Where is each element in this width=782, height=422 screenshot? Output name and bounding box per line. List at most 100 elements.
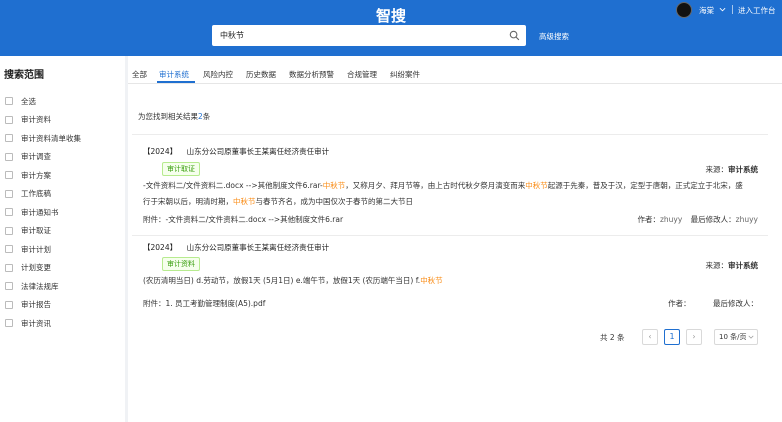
checkbox[interactable]	[5, 97, 13, 105]
result-title[interactable]: 【2024】 山东分公司原董事长王某离任经济责任审计	[143, 146, 329, 157]
keyword-highlight: 中秋节	[420, 276, 443, 285]
chevron-down-icon	[748, 335, 754, 339]
sidebar-item-audit-materials[interactable]: 审计资料	[5, 113, 51, 127]
tab-risk-control[interactable]: 风险内控	[203, 69, 233, 80]
main-panel: 全部 审计系统 风险内控 历史数据 数据分析预警 合规管理 纠纷案件 为您找到相…	[128, 56, 782, 422]
sidebar-item-select-all[interactable]: 全选	[5, 94, 36, 108]
category-tabs: 全部 审计系统 风险内控 历史数据 数据分析预警 合规管理 纠纷案件	[128, 56, 782, 84]
results-suffix: 条	[202, 112, 211, 121]
sidebar-item-label: 审计计划	[21, 244, 51, 254]
excerpt-text: (农历清明当日) d.劳动节，放假1天 (5月1日) e.端午节，放假1天 (农…	[143, 276, 421, 285]
sidebar-item-audit-survey[interactable]: 审计调查	[5, 150, 51, 164]
next-page-button[interactable]: ›	[686, 329, 702, 345]
tab-compliance[interactable]: 合规管理	[347, 69, 377, 80]
workbench-link[interactable]: 进入工作台	[738, 5, 776, 16]
sidebar-title: 搜索范围	[4, 70, 44, 81]
page-size-value: 10 条/页	[719, 333, 747, 341]
result-meta: 附件：1. 员工考勤管理制度(A5).pdf 作者： 最后修改人：	[143, 298, 758, 309]
pagination-total: 共 2 条	[600, 333, 625, 342]
attachment-label: 附件：	[143, 299, 166, 308]
keyword-highlight: 中秋节	[322, 181, 346, 190]
sidebar-item-label: 审计调查	[21, 152, 51, 161]
checkbox[interactable]	[5, 134, 13, 142]
category-tag: 审计资料	[162, 257, 200, 271]
result-title[interactable]: 【2024】 山东分公司原董事长王某离任经济责任审计	[143, 242, 329, 253]
attachment-label: 附件：	[143, 215, 166, 224]
advanced-search-link[interactable]: 高级搜索	[539, 31, 569, 42]
sidebar-item-label: 审计资料清单收集	[21, 133, 81, 143]
sidebar-item-working-papers[interactable]: 工作底稿	[5, 187, 51, 201]
header-divider	[732, 5, 733, 14]
search-input[interactable]	[220, 28, 500, 43]
sidebar-item-laws-library[interactable]: 法律法规库	[5, 279, 59, 293]
attachment-link[interactable]: -文件资料二/文件资料二.docx -->其他制度文件6.rar	[166, 215, 344, 224]
attachment-link[interactable]: 1. 员工考勤管理制度(A5).pdf	[166, 299, 266, 308]
divider	[132, 134, 768, 135]
author-value: zhuyy	[659, 215, 683, 224]
tab-disputes[interactable]: 纠纷案件	[390, 69, 420, 80]
result-card[interactable]: 【2024】 山东分公司原董事长王某离任经济责任审计 审计资料 来源：审计系统 …	[138, 242, 764, 312]
sidebar-item-label: 审计取证	[21, 226, 51, 235]
result-excerpt: -文件资料二/文件资料二.docx -->其他制度文件6.rar-中秋节，又称月…	[143, 178, 747, 210]
page-number-button[interactable]: 1	[664, 329, 680, 345]
sidebar-item-materials-list[interactable]: 审计资料清单收集	[5, 131, 81, 145]
checkbox[interactable]	[5, 189, 13, 198]
result-title-text: 山东分公司原董事长王某离任经济责任审计	[186, 243, 330, 252]
page-size-select[interactable]: 10 条/页	[714, 329, 758, 345]
category-tag: 审计取证	[162, 162, 200, 176]
checkbox[interactable]	[5, 245, 13, 253]
checkbox[interactable]	[5, 152, 13, 161]
checkbox[interactable]	[5, 171, 13, 179]
sidebar-item-label: 法律法规库	[21, 281, 59, 291]
modifier-value: zhuyy	[735, 215, 758, 224]
tab-history-data[interactable]: 历史数据	[246, 69, 276, 80]
keyword-highlight: 中秋节	[233, 197, 256, 206]
sidebar-item-audit-plan-scheme[interactable]: 审计方案	[5, 168, 51, 182]
user-name[interactable]: 海棠	[699, 5, 714, 16]
tab-data-warning[interactable]: 数据分析预警	[289, 69, 334, 80]
source-value: 审计系统	[728, 165, 758, 174]
checkbox[interactable]	[5, 208, 13, 216]
source-value: 审计系统	[728, 261, 758, 270]
sidebar-item-label: 审计通知书	[21, 207, 59, 217]
sidebar-item-audit-notice[interactable]: 审计通知书	[5, 205, 59, 219]
active-tab-indicator	[157, 81, 195, 83]
checkbox[interactable]	[5, 300, 13, 309]
brand-title: 智搜	[375, 7, 406, 25]
tab-all[interactable]: 全部	[132, 69, 147, 80]
checkbox[interactable]	[5, 319, 13, 327]
sidebar-item-audit-report[interactable]: 审计报告	[5, 298, 51, 312]
checkbox[interactable]	[5, 263, 13, 272]
excerpt-text: 起源于先秦，普及于汉，定型于唐朝，正式定立于北宋，盛	[547, 181, 743, 190]
checkbox[interactable]	[5, 282, 13, 290]
sidebar-item-label: 审计报告	[21, 300, 51, 309]
search-icon[interactable]	[509, 30, 520, 41]
author-label: 作者：	[668, 299, 691, 308]
excerpt-text: ，又称月夕、拜月节等，由上古时代秋夕祭月演变而来	[345, 181, 526, 190]
tab-audit-system[interactable]: 审计系统	[159, 69, 189, 80]
sidebar-item-label: 计划变更	[21, 263, 51, 272]
sidebar-item-label: 审计资讯	[21, 318, 51, 328]
search-box[interactable]	[212, 25, 526, 46]
chevron-down-icon[interactable]	[719, 6, 726, 13]
sidebar-item-label: 审计方案	[21, 170, 51, 180]
sidebar-item-plan-change[interactable]: 计划变更	[5, 261, 51, 275]
checkbox[interactable]	[5, 115, 13, 124]
checkbox[interactable]	[5, 226, 13, 235]
author-info: 作者：zhuyy 最后修改人：zhuyy	[631, 214, 758, 225]
sidebar-item-audit-news[interactable]: 审计资讯	[5, 316, 51, 330]
sidebar-item-label: 工作底稿	[21, 189, 51, 198]
sidebar-item-audit-plan[interactable]: 审计计划	[5, 242, 51, 256]
source-label: 来源：	[705, 165, 729, 174]
sidebar-item-label: 全选	[21, 96, 36, 106]
prev-page-button[interactable]: ‹	[642, 329, 658, 345]
result-card[interactable]: 【2024】 山东分公司原董事长王某离任经济责任审计 审计取证 来源：审计系统 …	[138, 146, 764, 230]
result-year: 【2024】	[143, 147, 178, 156]
result-excerpt: (农历清明当日) d.劳动节，放假1天 (5月1日) e.端午节，放假1天 (农…	[143, 273, 747, 289]
sidebar-item-audit-evidence[interactable]: 审计取证	[5, 224, 51, 238]
keyword-highlight: 中秋节	[525, 181, 548, 190]
top-header: 智搜 高级搜索 海棠 进入工作台	[0, 0, 782, 56]
author-label: 作者：	[637, 215, 660, 224]
search-scope-sidebar: 搜索范围 全选 审计资料 审计资料清单收集 审计调查 审计方案 工作底稿 审计通…	[0, 56, 125, 422]
avatar[interactable]	[676, 2, 692, 18]
